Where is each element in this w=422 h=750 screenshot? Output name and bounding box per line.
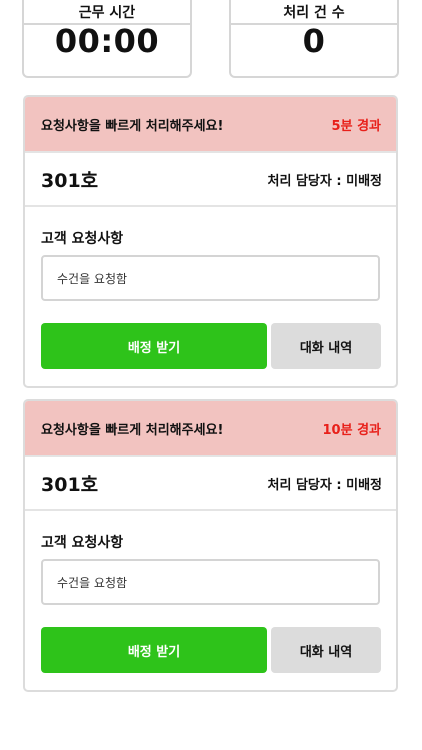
assignee-status: 처리 담당자 : 미배정 <box>267 477 382 493</box>
request-text-box: 수건을 요청함 <box>41 255 380 301</box>
alert-message: 요청사항을 빠르게 처리해주세요! <box>41 422 224 438</box>
room-row: 301호 처리 담당자 : 미배정 <box>25 457 396 511</box>
elapsed-time: 5분 경과 <box>331 118 381 134</box>
request-text: 수건을 요청함 <box>57 271 128 286</box>
work-time-label: 근무 시간 <box>78 5 136 21</box>
assignee-status: 처리 담당자 : 미배정 <box>267 173 382 189</box>
card-alert-header: 요청사항을 빠르게 처리해주세요! 10분 경과 <box>25 401 396 457</box>
request-card: 요청사항을 빠르게 처리해주세요! 10분 경과 301호 처리 담당자 : 미… <box>23 399 398 692</box>
assign-button[interactable]: 배정 받기 <box>41 323 267 369</box>
room-number: 301호 <box>41 169 99 192</box>
room-row: 301호 처리 담당자 : 미배정 <box>25 153 396 207</box>
chat-history-button[interactable]: 대화 내역 <box>271 627 381 673</box>
elapsed-time: 10분 경과 <box>322 422 382 438</box>
processed-count-value: 0 <box>302 22 326 60</box>
alert-message: 요청사항을 빠르게 처리해주세요! <box>41 118 224 134</box>
processed-count-panel: 처리 건 수 0 <box>229 0 399 78</box>
request-label: 고객 요청사항 <box>41 535 124 551</box>
assign-button[interactable]: 배정 받기 <box>41 627 267 673</box>
request-text: 수건을 요청함 <box>57 575 128 590</box>
request-label: 고객 요청사항 <box>41 231 124 247</box>
card-alert-header: 요청사항을 빠르게 처리해주세요! 5분 경과 <box>25 97 396 153</box>
request-text-box: 수건을 요청함 <box>41 559 380 605</box>
work-time-value: 00:00 <box>54 22 160 60</box>
request-card: 요청사항을 빠르게 처리해주세요! 5분 경과 301호 처리 담당자 : 미배… <box>23 95 398 388</box>
chat-history-button[interactable]: 대화 내역 <box>271 323 381 369</box>
work-time-panel: 근무 시간 00:00 <box>22 0 192 78</box>
room-number: 301호 <box>41 473 99 496</box>
processed-count-label: 처리 건 수 <box>283 5 345 21</box>
